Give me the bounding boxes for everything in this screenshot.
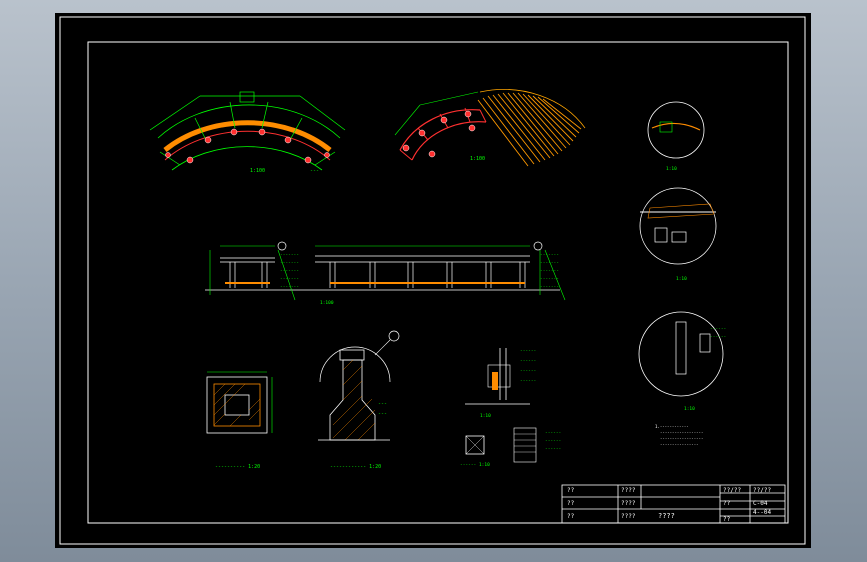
drawing-name: ???? <box>658 512 675 520</box>
svg-text:---------- 1:20: ---------- 1:20 <box>215 464 260 470</box>
footing-section: --- --- ------------ 1:20 <box>318 330 400 470</box>
curved-plan-view: 1:100 --- <box>149 91 346 174</box>
svg-text:-------: ------- <box>280 285 299 290</box>
title-field-b1: ??/?? <box>753 487 772 494</box>
title-field-b3: 4--04 <box>753 509 772 516</box>
footing-plan: ---------- 1:20 <box>206 371 273 470</box>
svg-text:-------: ------- <box>280 269 299 274</box>
title-field-b2: C-04 <box>753 500 768 507</box>
title-row1-value: ???? <box>621 487 636 494</box>
svg-text:------ 1:10: ------ 1:10 <box>460 462 490 468</box>
cad-viewport[interactable]: 1:100 --- 1:100 ------- ------- ------- … <box>55 13 811 548</box>
svg-text:1:10: 1:10 <box>480 413 491 419</box>
svg-text:-------: ------- <box>540 253 559 258</box>
cad-drawing: 1:100 --- 1:100 --------------------- --… <box>59 16 806 545</box>
svg-text:---: --- <box>310 168 319 174</box>
svg-text:-------: ------- <box>540 277 559 282</box>
svg-text:---: --- <box>378 411 387 417</box>
svg-text:------------------: ------------------ <box>660 436 703 441</box>
svg-text:----------------: ---------------- <box>660 442 699 447</box>
drawing-frame <box>59 16 806 545</box>
svg-text:------: ------ <box>520 369 536 374</box>
svg-text:1:10: 1:10 <box>676 276 687 282</box>
svg-text:1:10: 1:10 <box>666 166 677 172</box>
detail-2: ------ ------ ------ ------ 1:10 <box>460 427 561 468</box>
svg-text:1:10: 1:10 <box>684 406 695 412</box>
svg-text:-------: ------- <box>280 261 299 266</box>
svg-text:------: ------ <box>545 447 561 452</box>
svg-text:-------: ------- <box>540 261 559 266</box>
svg-text:1.------------: 1.------------ <box>655 424 689 429</box>
svg-text:------: ------ <box>520 349 536 354</box>
svg-text:------: ------ <box>520 379 536 384</box>
svg-text:------: ------ <box>545 431 561 436</box>
svg-text:------: ------ <box>545 439 561 444</box>
svg-text:-------: ------- <box>540 285 559 290</box>
roof-slat-plan: 1:100 <box>394 89 586 167</box>
svg-text:------: ------ <box>710 327 726 332</box>
title-row3-value: ???? <box>621 513 636 520</box>
svg-text:------: ------ <box>710 335 726 340</box>
circle-detail-2: 1:10 <box>639 187 717 282</box>
title-row2-label: ?? <box>567 500 575 507</box>
svg-text:-------: ------- <box>540 269 559 274</box>
notes-block: 1.------------ ------------------ ------… <box>655 424 703 447</box>
detail-1: ------ ------ ------ ------ 1:10 <box>465 348 536 419</box>
svg-text:------------ 1:20: ------------ 1:20 <box>330 464 381 470</box>
title-row1-label: ?? <box>567 487 575 494</box>
title-row2-value: ???? <box>621 500 636 507</box>
svg-text:------: ------ <box>520 359 536 364</box>
title-field-a3: ?? <box>723 516 731 523</box>
title-row3-label: ?? <box>567 513 575 520</box>
svg-text:-------: ------- <box>280 277 299 282</box>
title-field-a2: ?? <box>723 500 731 507</box>
svg-text:1:100: 1:100 <box>250 168 265 174</box>
svg-text:------------------: ------------------ <box>660 430 703 435</box>
svg-text:1:100: 1:100 <box>320 300 334 306</box>
svg-text:---: --- <box>378 401 387 407</box>
circle-detail-1: 1:10 <box>647 101 705 172</box>
circle-detail-3: ------ ------ 1:10 <box>638 311 726 412</box>
elevation-view: ------- ------- ------- ------- ------- ---… <box>205 241 566 306</box>
title-field-a1: ??/?? <box>723 487 742 494</box>
svg-text:-------: ------- <box>280 253 299 258</box>
svg-text:1:100: 1:100 <box>470 156 485 162</box>
